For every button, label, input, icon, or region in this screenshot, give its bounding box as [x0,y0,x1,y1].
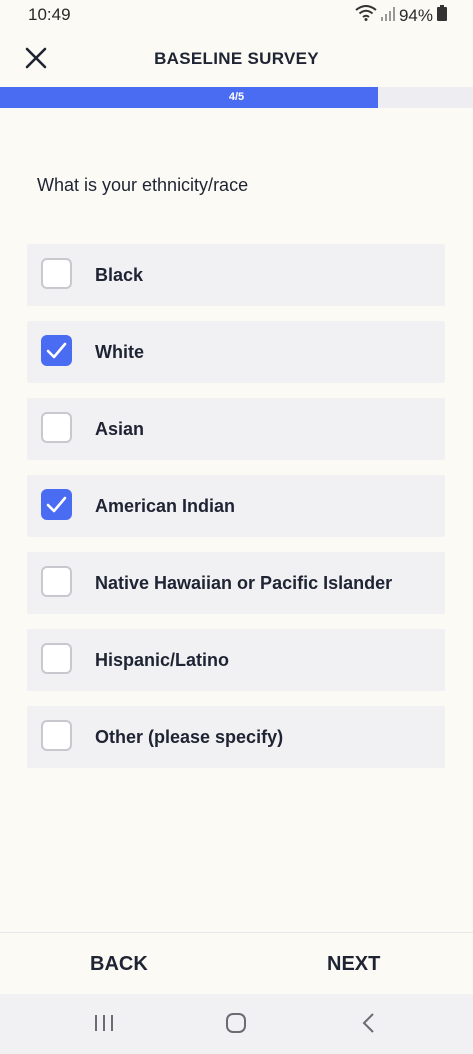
check-icon [46,496,67,513]
back-button[interactable]: BACK [90,953,148,976]
checkbox[interactable] [41,643,72,674]
home-icon[interactable] [225,1012,247,1039]
progress-bar: 4/5 [0,87,473,108]
wifi-icon [355,5,377,26]
status-icons: 94% [355,5,447,26]
header: BASELINE SURVEY [0,32,473,86]
option-label: Hispanic/Latino [95,650,230,670]
battery-icon [437,5,447,26]
status-time: 10:49 [28,5,71,24]
checkbox[interactable] [41,412,72,443]
status-bar: 10:49 94% [0,0,473,32]
option-asian[interactable]: Asian [27,398,445,460]
checkbox[interactable] [41,335,72,366]
option-label: White [95,342,144,362]
system-nav-bar [0,994,473,1054]
checkbox[interactable] [41,720,72,751]
recent-apps-icon[interactable] [93,1012,115,1039]
checkbox[interactable] [41,258,72,289]
question-text: What is your ethnicity/race [37,175,249,195]
footer: BACK NEXT [0,932,473,995]
option-native-hawaiian[interactable]: Native Hawaiian or Pacific Islander [27,552,445,614]
option-american-indian[interactable]: American Indian [27,475,445,537]
next-button[interactable]: NEXT [327,953,380,976]
option-other[interactable]: Other (please specify) [27,706,445,768]
option-label: Asian [95,419,145,439]
options-list: Black White Asian American Indian Native… [27,244,445,783]
option-label: American Indian [95,496,236,516]
option-label: Black [95,265,144,285]
signal-icon [380,6,395,26]
checkbox[interactable] [41,566,72,597]
page-title: BASELINE SURVEY [154,49,319,68]
checkbox[interactable] [41,489,72,520]
check-icon [46,342,67,359]
progress-label: 4/5 [228,91,245,103]
option-white[interactable]: White [27,321,445,383]
option-label: Native Hawaiian or Pacific Islander [95,573,393,593]
battery-percent: 94% [398,5,433,25]
back-icon[interactable] [358,1012,380,1039]
option-black[interactable]: Black [27,244,445,306]
option-hispanic-latino[interactable]: Hispanic/Latino [27,629,445,691]
option-label: Other (please specify) [95,727,284,747]
